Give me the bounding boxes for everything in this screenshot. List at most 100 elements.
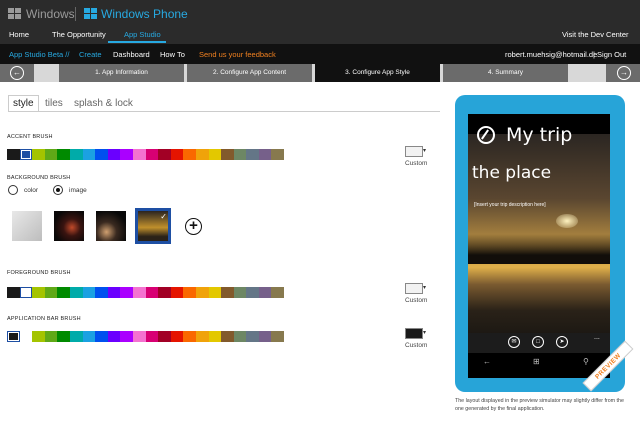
step-summary[interactable]: 4. Summary	[443, 64, 568, 82]
color-swatch[interactable]	[32, 287, 45, 298]
color-swatch[interactable]	[170, 149, 184, 160]
color-swatch[interactable]	[82, 331, 96, 342]
color-swatch[interactable]	[221, 331, 234, 342]
color-swatch[interactable]	[95, 149, 108, 160]
background-image-radio[interactable]	[53, 185, 63, 195]
color-swatch[interactable]	[145, 331, 159, 342]
color-swatch[interactable]	[258, 149, 272, 160]
comment-icon[interactable]: □	[532, 336, 544, 348]
color-swatch[interactable]	[246, 149, 259, 160]
background-image-thumb[interactable]	[96, 211, 126, 241]
color-swatch[interactable]	[82, 149, 96, 160]
foreground-dropdown-icon[interactable]: ▾	[423, 284, 426, 291]
color-swatch[interactable]	[221, 287, 234, 298]
tab-style[interactable]: style	[8, 95, 39, 112]
color-swatch[interactable]	[57, 331, 70, 342]
nav-opportunity[interactable]: The Opportunity	[52, 30, 106, 39]
tab-splash-lock[interactable]: splash & lock	[74, 98, 133, 109]
studio-dashboard-link[interactable]: Dashboard	[113, 50, 150, 59]
color-swatch[interactable]	[195, 331, 209, 342]
windows-brand-link[interactable]: Windows	[26, 7, 75, 21]
color-swatch[interactable]	[44, 149, 58, 160]
color-swatch[interactable]	[208, 149, 222, 160]
step-configure-content[interactable]: 2. Configure App Content	[187, 64, 312, 82]
studio-create-link[interactable]: Create	[79, 50, 102, 59]
color-swatch[interactable]	[132, 331, 146, 342]
color-swatch[interactable]	[120, 287, 133, 298]
background-image-thumb-selected[interactable]: ✓	[135, 208, 171, 244]
color-swatch[interactable]	[69, 149, 83, 160]
color-swatch[interactable]	[95, 331, 108, 342]
color-swatch[interactable]	[258, 287, 272, 298]
foreground-custom-color[interactable]	[405, 283, 423, 294]
color-swatch[interactable]	[145, 149, 159, 160]
color-swatch[interactable]	[7, 331, 20, 342]
appbar-custom-color[interactable]	[405, 328, 423, 339]
studio-feedback-link[interactable]: Send us your feedback	[199, 50, 276, 59]
color-swatch[interactable]	[95, 287, 108, 298]
color-swatch[interactable]	[44, 287, 58, 298]
tab-tiles[interactable]: tiles	[45, 98, 63, 109]
next-step-icon[interactable]: →	[617, 66, 631, 80]
windows-logo-icon[interactable]	[8, 8, 22, 20]
color-swatch[interactable]	[183, 149, 196, 160]
nav-dev-center[interactable]: Visit the Dev Center	[562, 30, 629, 39]
color-swatch[interactable]	[195, 149, 209, 160]
color-swatch[interactable]	[107, 331, 121, 342]
color-swatch[interactable]	[246, 287, 259, 298]
color-swatch[interactable]	[195, 287, 209, 298]
color-swatch[interactable]	[233, 149, 247, 160]
color-swatch[interactable]	[7, 287, 20, 298]
color-swatch[interactable]	[183, 331, 196, 342]
color-swatch[interactable]	[107, 149, 121, 160]
windows-phone-logo-icon[interactable]	[84, 8, 98, 20]
color-swatch[interactable]	[120, 149, 133, 160]
accent-dropdown-icon[interactable]: ▾	[423, 147, 426, 154]
color-swatch[interactable]	[208, 331, 222, 342]
background-image-thumb[interactable]	[12, 211, 42, 241]
color-swatch[interactable]	[208, 287, 222, 298]
color-swatch[interactable]	[258, 331, 272, 342]
color-swatch[interactable]	[183, 287, 196, 298]
color-swatch[interactable]	[120, 331, 133, 342]
color-swatch[interactable]	[19, 149, 33, 160]
color-swatch[interactable]	[32, 149, 45, 160]
accent-custom-color[interactable]	[405, 146, 423, 157]
appbar-dropdown-icon[interactable]: ▾	[423, 329, 426, 336]
color-swatch[interactable]	[32, 331, 45, 342]
color-swatch[interactable]	[57, 149, 70, 160]
background-color-radio[interactable]	[8, 185, 18, 195]
color-swatch[interactable]	[132, 287, 146, 298]
step-configure-style[interactable]: 3. Configure App Style	[315, 64, 440, 82]
color-swatch[interactable]	[271, 331, 285, 342]
step-app-information[interactable]: 1. App Information	[59, 64, 184, 82]
mail-icon[interactable]: ✉	[508, 336, 520, 348]
color-swatch[interactable]	[44, 331, 58, 342]
color-swatch[interactable]	[158, 149, 171, 160]
color-swatch[interactable]	[107, 287, 121, 298]
color-swatch[interactable]	[170, 287, 184, 298]
color-swatch[interactable]	[158, 331, 171, 342]
color-swatch[interactable]	[7, 149, 20, 160]
nav-app-studio[interactable]: App Studio	[124, 30, 161, 39]
previous-step-icon[interactable]: ←	[10, 66, 24, 80]
nav-home[interactable]: Home	[9, 30, 29, 39]
color-swatch[interactable]	[233, 287, 247, 298]
color-swatch[interactable]	[170, 331, 184, 342]
color-swatch[interactable]	[145, 287, 159, 298]
background-image-thumb[interactable]	[54, 211, 84, 241]
color-swatch[interactable]	[271, 149, 285, 160]
color-swatch[interactable]	[69, 287, 83, 298]
color-swatch[interactable]	[69, 331, 83, 342]
color-swatch[interactable]	[233, 331, 247, 342]
add-image-button[interactable]: +	[185, 218, 202, 235]
color-swatch[interactable]	[221, 149, 234, 160]
color-swatch[interactable]	[246, 331, 259, 342]
color-swatch[interactable]	[19, 331, 33, 342]
windows-phone-brand-link[interactable]: Windows Phone	[101, 7, 188, 21]
color-swatch[interactable]	[57, 287, 70, 298]
color-swatch[interactable]	[132, 149, 146, 160]
sign-out-link[interactable]: | Sign Out	[593, 50, 626, 59]
color-swatch[interactable]	[19, 287, 33, 298]
studio-howto-link[interactable]: How To	[160, 50, 185, 59]
